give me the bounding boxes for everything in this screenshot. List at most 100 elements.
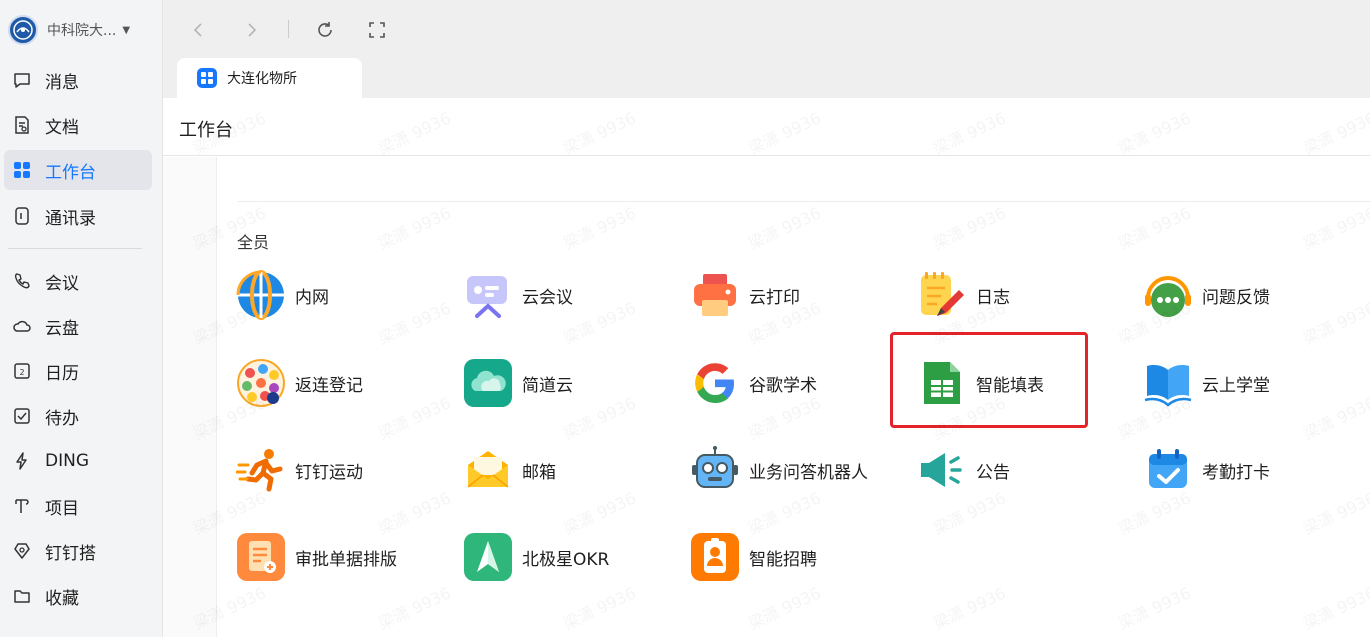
app-intranet[interactable]: 内网 xyxy=(236,265,436,325)
app-smart-recruit[interactable]: 智能招聘 xyxy=(690,527,890,587)
notepad-pen-icon xyxy=(917,270,967,320)
google-icon xyxy=(690,358,740,408)
tab-dicp[interactable]: 大连化物所 xyxy=(177,58,362,98)
approval-doc-icon xyxy=(236,532,286,582)
watermark-text: 梁潇 9936 xyxy=(929,580,1010,635)
app-polaris-okr[interactable]: 北极星OKR xyxy=(463,527,663,587)
app-cloud-print[interactable]: 云打印 xyxy=(690,265,890,325)
polaris-arrow-icon xyxy=(463,532,513,582)
back-icon[interactable] xyxy=(187,18,211,42)
app-feedback[interactable]: 问题反馈 xyxy=(1143,265,1343,325)
sidebar-item-label: 通讯录 xyxy=(45,208,96,229)
app-cloud-academy[interactable]: 云上学堂 xyxy=(1143,353,1343,413)
content-divider xyxy=(238,201,1370,202)
workbench-app-icon xyxy=(197,68,217,88)
app-dingtalk-sport[interactable]: 钉钉运动 xyxy=(236,440,436,500)
open-book-icon xyxy=(1143,358,1193,408)
app-mailbox[interactable]: 邮箱 xyxy=(463,440,663,500)
watermark-text: 梁潇 9936 xyxy=(559,200,640,255)
contacts-icon xyxy=(12,206,32,226)
watermark-text: 梁潇 9936 xyxy=(374,200,455,255)
watermark-text: 梁潇 9936 xyxy=(1114,580,1195,635)
watermark-text: 梁潇 9936 xyxy=(1299,580,1370,635)
app-cloud-meeting[interactable]: 云会议 xyxy=(463,265,663,325)
org-name: 中科院大... xyxy=(47,23,117,39)
printer-icon xyxy=(690,270,740,320)
page-title: 工作台 xyxy=(179,120,233,141)
app-log[interactable]: 日志 xyxy=(917,265,1117,325)
robot-icon xyxy=(690,445,740,495)
app-label: 简道云 xyxy=(522,375,573,396)
sidebar-item-calendar[interactable]: 2 日历 xyxy=(4,351,152,391)
sidebar-item-messages[interactable]: 消息 xyxy=(4,60,152,100)
running-man-icon xyxy=(236,445,286,495)
app-label: 公告 xyxy=(976,462,1010,483)
sidebar-item-project[interactable]: 项目 xyxy=(4,486,152,526)
refresh-icon[interactable] xyxy=(313,18,337,42)
app-qa-robot[interactable]: 业务问答机器人 xyxy=(690,440,890,500)
app-google-scholar[interactable]: 谷歌学术 xyxy=(690,353,890,413)
sidebar-item-meeting[interactable]: 会议 xyxy=(4,261,152,301)
app-label: 考勤打卡 xyxy=(1202,462,1270,483)
sidebar-item-label: 文档 xyxy=(45,117,79,138)
calendar-icon: 2 xyxy=(12,361,32,381)
sidebar-item-label: 消息 xyxy=(45,72,79,93)
app-approval-layout[interactable]: 审批单据排版 xyxy=(236,527,436,587)
toolbar-divider xyxy=(288,20,289,38)
app-attendance[interactable]: 考勤打卡 xyxy=(1143,440,1343,500)
app-label: 云上学堂 xyxy=(1202,375,1270,396)
app-label: 审批单据排版 xyxy=(295,549,397,570)
grid-apps-icon xyxy=(12,160,32,180)
org-logo xyxy=(8,15,38,45)
app-label: 问题反馈 xyxy=(1202,287,1270,308)
sidebar-item-label: 日历 xyxy=(45,363,79,384)
sidebar-item-label: 会议 xyxy=(45,273,79,294)
app-label: 钉钉运动 xyxy=(295,462,363,483)
org-switcher[interactable]: 中科院大... ▼ xyxy=(8,14,130,46)
sidebar-item-label: 工作台 xyxy=(45,162,96,183)
app-label: 返连登记 xyxy=(295,375,363,396)
sidebar-item-todo[interactable]: 待办 xyxy=(4,396,152,436)
app-label: 邮箱 xyxy=(522,462,556,483)
recruit-badge-icon xyxy=(690,532,740,582)
sidebar-item-contacts[interactable]: 通讯录 xyxy=(4,196,152,236)
sidebar-item-label: 钉钉搭 xyxy=(45,543,96,564)
megaphone-icon xyxy=(917,445,967,495)
sidebar-item-builder[interactable]: 钉钉搭 xyxy=(4,531,152,571)
app-label: 谷歌学术 xyxy=(749,375,817,396)
app-label: 日志 xyxy=(976,287,1010,308)
fullscreen-icon[interactable] xyxy=(365,18,389,42)
sidebar-item-workbench[interactable]: 工作台 xyxy=(4,150,152,190)
cloud-icon xyxy=(12,316,32,336)
sidebar-item-documents[interactable]: 文档 xyxy=(4,105,152,145)
sidebar-item-ding[interactable]: DING xyxy=(4,441,152,481)
app-label: 内网 xyxy=(295,287,329,308)
lightning-icon xyxy=(12,451,32,471)
watermark-text: 梁潇 9936 xyxy=(744,580,825,635)
feedback-headset-icon xyxy=(1143,270,1193,320)
app-label: 云打印 xyxy=(749,287,800,308)
app-jiandaoyun[interactable]: 简道云 xyxy=(463,353,663,413)
highlight-box xyxy=(890,332,1088,428)
svg-text:2: 2 xyxy=(19,368,24,377)
document-icon xyxy=(12,115,32,135)
sidebar-item-label: 云盘 xyxy=(45,318,79,339)
project-icon xyxy=(12,496,32,516)
sidebar-item-label: 项目 xyxy=(45,498,79,519)
content-gutter xyxy=(163,157,217,637)
section-title: 全员 xyxy=(237,233,270,252)
registration-badge-icon xyxy=(236,358,286,408)
app-announcement[interactable]: 公告 xyxy=(917,440,1117,500)
envelope-icon xyxy=(463,445,513,495)
watermark-text: 梁潇 9936 xyxy=(929,200,1010,255)
chat-bubble-icon xyxy=(12,70,32,90)
watermark-text: 梁潇 9936 xyxy=(744,200,825,255)
cloud-app-icon xyxy=(463,358,513,408)
sidebar-item-favorites[interactable]: 收藏 xyxy=(4,576,152,616)
sidebar-item-label: 待办 xyxy=(45,408,79,429)
sidebar-item-cloud[interactable]: 云盘 xyxy=(4,306,152,346)
forward-icon[interactable] xyxy=(239,18,263,42)
app-return-registration[interactable]: 返连登记 xyxy=(236,353,436,413)
sidebar: 中科院大... ▼ 消息 文档 工作台 通讯录 会议 云盘 2 日历 待办 DI… xyxy=(0,0,163,637)
tab-label: 大连化物所 xyxy=(227,71,297,87)
